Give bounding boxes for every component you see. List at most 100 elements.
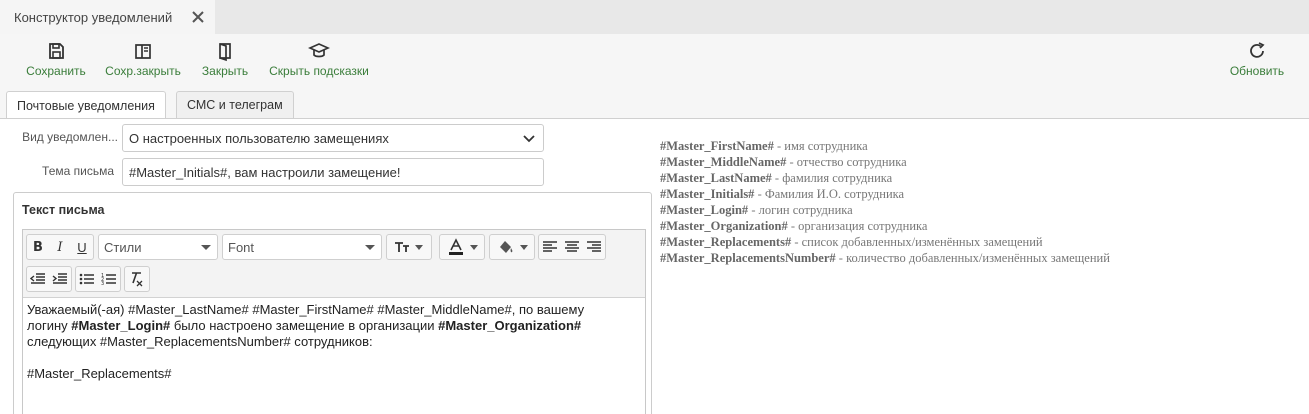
align-center-icon [565,241,579,252]
outdent-button[interactable] [27,267,49,291]
paint-bucket-icon [500,241,513,253]
list-group: 123 [75,266,121,292]
document-tab[interactable]: Конструктор уведомлений [0,0,215,34]
bold-button[interactable]: B [27,235,49,259]
hint-item: #Master_Initials# - Фамилия И.О. сотрудн… [660,186,1110,202]
hint-key: #Master_Initials# [660,187,755,201]
hint-desc: - логин сотрудника [748,203,853,217]
clear-format-icon [132,272,143,287]
graduation-cap-icon [308,43,330,58]
bulleted-list-button[interactable] [76,267,98,291]
refresh-button[interactable]: Обновить [1228,34,1286,84]
hint-item: #Master_MiddleName# - отчество сотрудник… [660,154,1110,170]
close-button[interactable]: Закрыть [199,34,251,84]
indent-button[interactable] [49,267,71,291]
numbered-list-icon: 123 [101,273,116,286]
refresh-label: Обновить [1229,64,1285,78]
save-label: Сохранить [26,64,86,78]
hint-key: #Master_Login# [660,203,749,217]
italic-button[interactable]: I [49,235,71,259]
hint-item: #Master_Login# - логин сотрудника [660,202,1110,218]
text-color-group[interactable] [439,234,485,260]
hint-key: #Master_ReplacementsNumber# [660,251,836,265]
hint-desc: - количество добавленных/изменённых заме… [835,251,1110,265]
hide-hints-button[interactable]: Скрыть подсказки [267,34,371,84]
bulleted-list-icon [79,273,94,285]
background-color-group[interactable] [489,234,535,260]
door-icon [219,43,231,62]
hint-desc: - Фамилия И.О. сотрудника [754,187,905,201]
clear-format-button[interactable] [125,267,147,291]
hint-item: #Master_ReplacementsNumber# - количество… [660,250,1110,266]
font-select[interactable]: Font [222,234,382,260]
align-left-button[interactable] [539,235,561,259]
caret-down-icon [520,244,528,250]
notification-tabs: Почтовые уведомления СМС и телеграм [0,84,1309,119]
hint-key: #Master_MiddleName# [660,155,787,169]
hint-key: #Master_Organization# [660,219,788,233]
email-body-content[interactable]: Уважаемый(-ая) #Master_LastName# #Master… [27,302,641,382]
underline-button[interactable]: U [71,235,93,259]
font-select-value: Font [228,239,255,255]
body-line-2c: было настроено замещение в организации [170,318,439,333]
email-body-panel: Текст письма B I U Стили Font 1 2 3 Уваж… [13,192,652,414]
document-tab-strip: Конструктор уведомлений [0,0,1309,34]
body-login-token: #Master_Login# [71,318,171,333]
tab-content: Вид уведомлен... О настроенных пользоват… [0,118,1309,414]
indent-group [26,266,72,292]
close-icon[interactable] [190,9,206,25]
rich-text-editor: B I U Стили Font 1 2 3 Уважаемый(-ая) #M… [22,229,646,414]
outdent-icon [30,273,45,284]
font-size-group[interactable] [386,234,432,260]
hint-item: #Master_FirstName# - имя сотрудника [660,138,1110,154]
styles-select[interactable]: Стили [98,234,218,260]
svg-text:3: 3 [101,281,104,286]
save-close-button[interactable]: Сохр.закрыть [103,34,183,84]
tab-sms[interactable]: СМС и телеграм [176,91,294,118]
refresh-icon [1250,42,1265,58]
numbered-list-button[interactable]: 123 [98,267,120,291]
chevron-down-icon [523,135,535,143]
align-left-icon [543,241,557,252]
save-icon [49,43,64,59]
subject-label: Тема письма [42,164,114,178]
caret-down-icon [470,244,478,250]
hint-item: #Master_Organization# - организация сотр… [660,218,1110,234]
caret-down-icon [415,244,423,250]
tab-sms-label: СМС и телеграм [187,98,283,112]
body-line-5: #Master_Replacements# [27,366,172,381]
align-right-button[interactable] [583,235,605,259]
align-right-icon [587,241,601,252]
text-color-icon [449,238,463,255]
document-tab-title: Конструктор уведомлений [14,9,173,25]
hide-hints-label: Скрыть подсказки [269,64,369,78]
toolbar: Сохранить Сохр.закрыть Закрыть Скрыть по… [0,34,1309,84]
caret-down-icon [365,245,375,250]
body-line-2a: логину [27,318,72,333]
hint-desc: - организация сотрудника [787,219,928,233]
save-button[interactable]: Сохранить [25,34,87,84]
tab-email-label: Почтовые уведомления [17,98,155,113]
hint-desc: - отчество сотрудника [786,155,907,169]
alignment-group [538,234,606,260]
format-group: B I U [26,234,94,260]
styles-select-value: Стили [104,239,142,255]
indent-icon [52,273,67,284]
book-save-icon [135,44,151,59]
save-close-label: Сохр.закрыть [105,64,181,78]
body-organization-token: #Master_Organization# [438,318,582,333]
subject-input[interactable]: #Master_Initials#, вам настроили замещен… [122,158,544,186]
hint-key: #Master_Replacements# [660,235,792,249]
caret-down-icon [201,245,211,250]
hint-key: #Master_FirstName# [660,139,774,153]
notification-type-value: О настроенных пользователю замещениях [129,130,389,146]
hint-item: #Master_Replacements# - список добавленн… [660,234,1110,250]
text-size-icon [395,242,409,252]
hint-desc: - список добавленных/изменённых замещени… [791,235,1043,249]
rich-text-toolbar: B I U Стили Font 1 2 3 [23,230,645,298]
align-center-button[interactable] [561,235,583,259]
subject-value: #Master_Initials#, вам настроили замещен… [129,164,401,180]
body-line-1: Уважаемый(-ая) #Master_LastName# #Master… [27,302,585,317]
tab-email[interactable]: Почтовые уведомления [6,91,166,119]
notification-type-select[interactable]: О настроенных пользователю замещениях [122,124,544,152]
